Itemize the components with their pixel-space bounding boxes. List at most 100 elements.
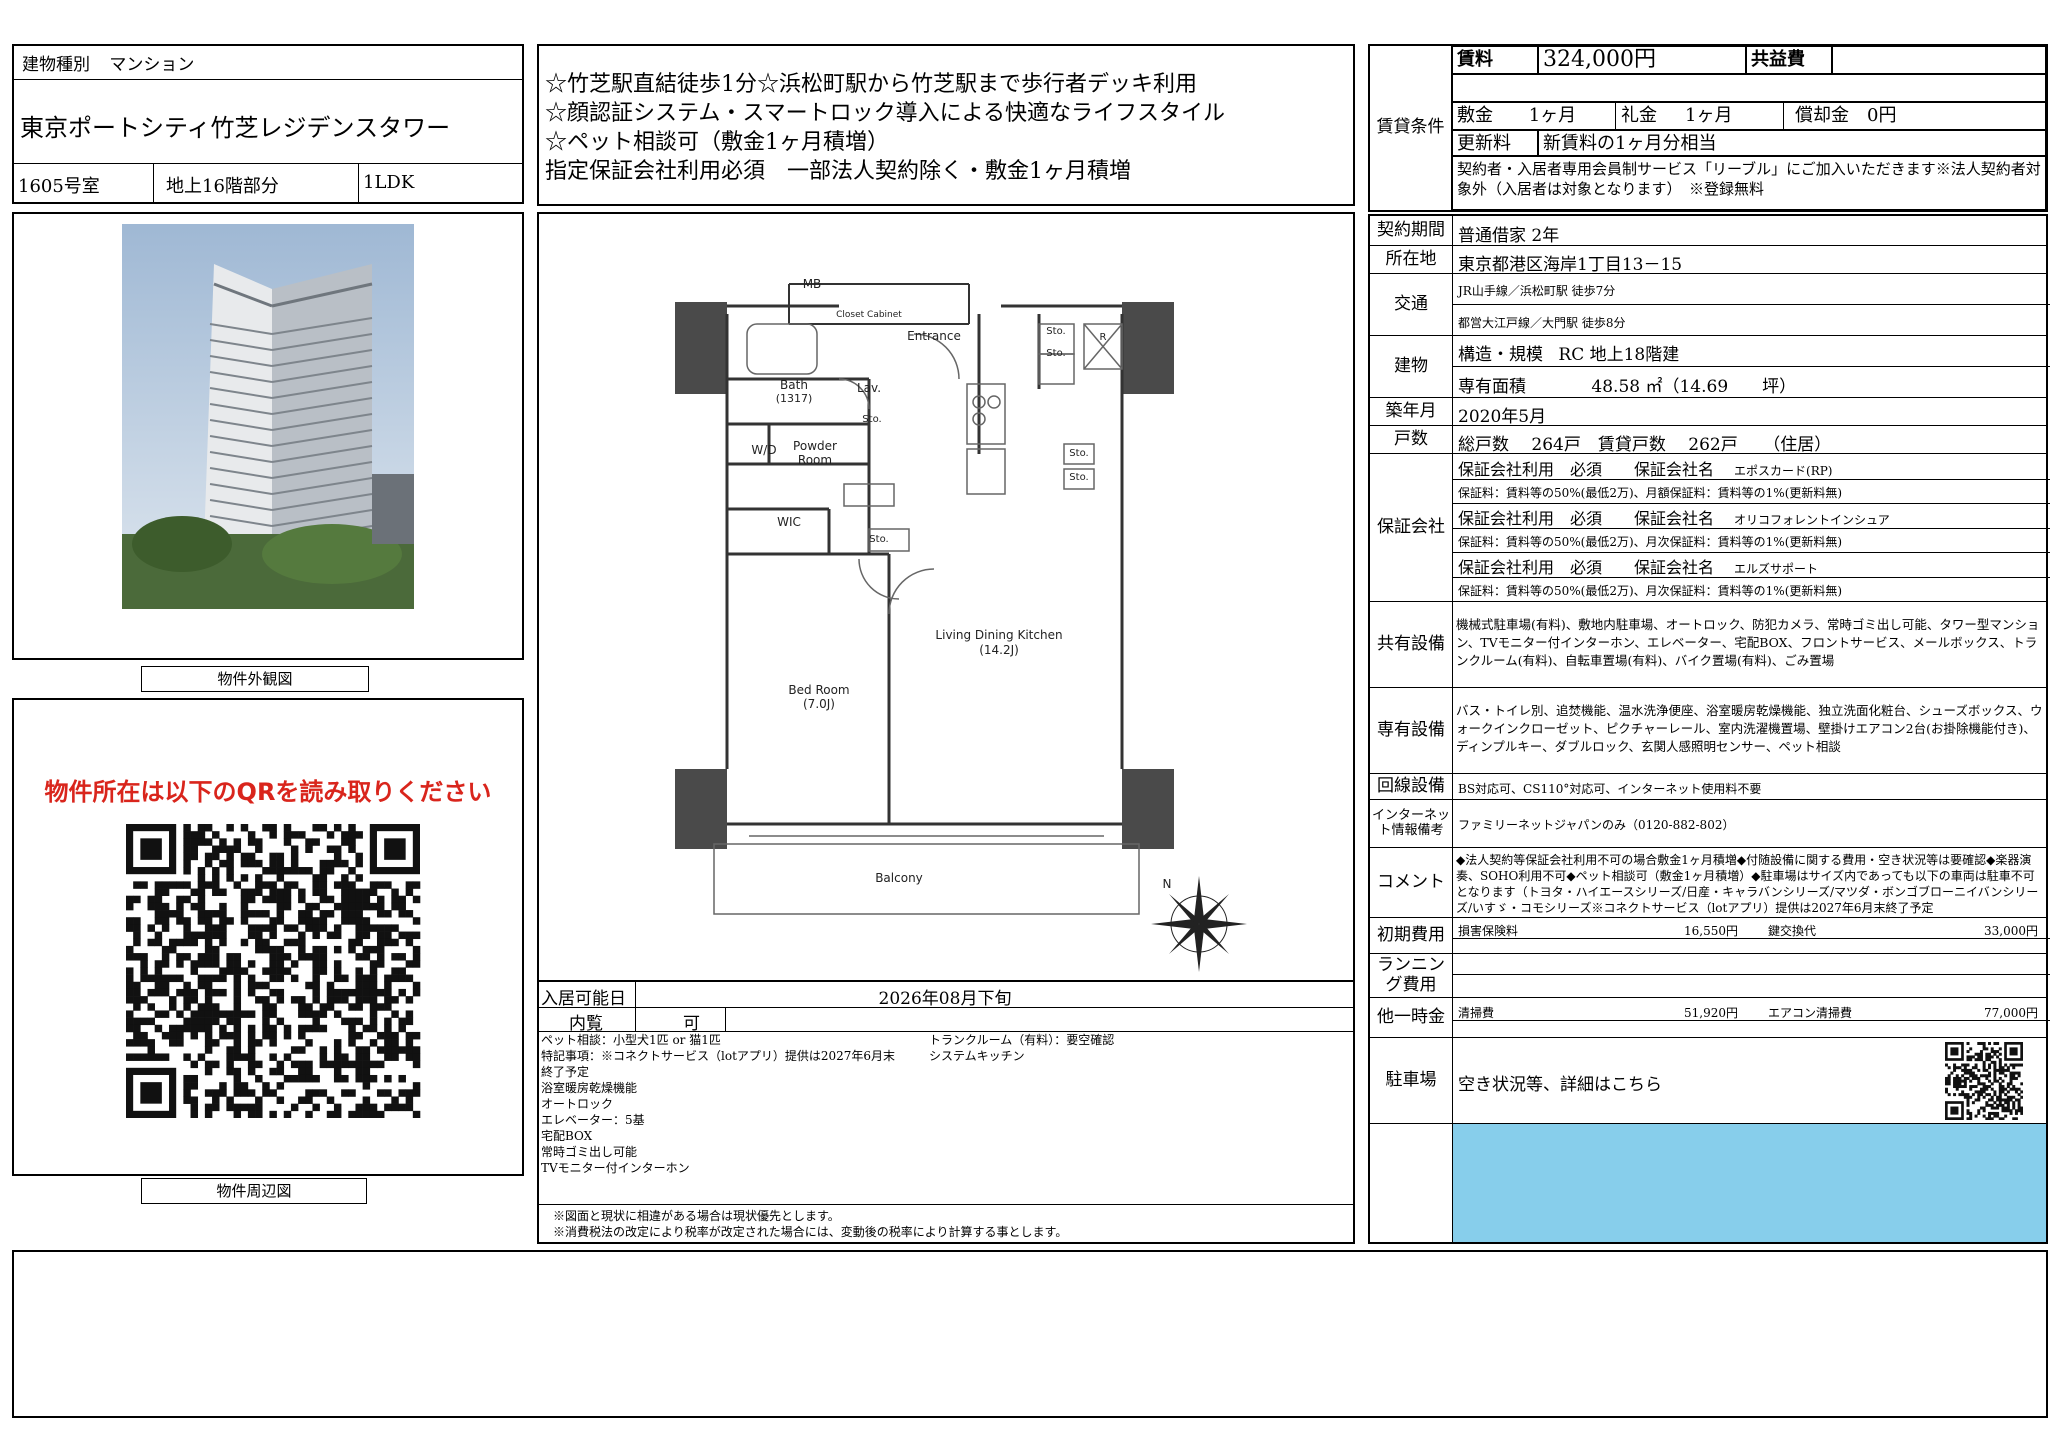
viewing-label: 内覧 (569, 1014, 603, 1034)
movein-notes-box: 入居可能日 2026年08月下旬 内覧 可 ペット相談：小型犬1匹 or 猫1匹… (537, 982, 1355, 1244)
comment-label: コメント (1377, 872, 1445, 893)
qr-notice: 物件所在は以下のQRを読み取りください (44, 778, 492, 806)
floor: 地上16階部分 (154, 164, 359, 202)
blue-banner (1453, 1124, 2046, 1242)
built-value: 2020年5月 (1458, 407, 1547, 427)
note-line: 特記事項：※コネクトサービス（lotアプリ）提供は2027年6月末 (541, 1049, 896, 1063)
units-value: 総戸数 264戸 賃貸戸数 262戸 （住居） (1458, 435, 1832, 455)
contract-label: 契約期間 (1377, 220, 1445, 241)
structure-value: RC 地上18階建 (1558, 345, 1680, 365)
building-type: マンション (109, 55, 195, 75)
parking-link[interactable]: 空き状況等、詳細はこちら (1458, 1070, 1662, 1095)
building-type-label: 建物種別 (22, 55, 90, 75)
renewal-label: 更新料 (1452, 130, 1538, 156)
shared-label: 共有設備 (1377, 634, 1445, 655)
highlight-line: ☆竹芝駅直結徒歩1分☆浜松町駅から竹芝駅まで歩行者デッキ利用 (545, 72, 1197, 97)
guarantor-head: 保証会社利用 必須 保証会社名 (1458, 509, 1715, 528)
building-photo (122, 224, 414, 609)
initial-cost-label: 初期費用 (1377, 925, 1445, 946)
shared-value: 機械式駐車場(有料)、敷地内駐車場、オートロック、防犯カメラ、常時ゴミ出し可能、… (1456, 617, 2040, 669)
fp-bed-size: (7.0J) (803, 697, 835, 711)
fp-sto3: Sto. (862, 414, 881, 425)
guarantor-head: 保証会社利用 必須 保証会社名 (1458, 558, 1715, 577)
fp-powder: Powder (793, 439, 837, 453)
address-value: 東京都港区海岸1丁目13－15 (1458, 255, 1683, 275)
disclaimer-line: ※図面と現状に相違がある場合は現状優先とします。 (553, 1209, 840, 1223)
movein-label: 入居可能日 (541, 989, 626, 1009)
line-value: BS対応可、CS110°対応可、インターネット使用料不要 (1458, 782, 1762, 796)
onetime-item-name: エアコン清掃費 (1768, 1006, 1853, 1020)
fp-ldk-size: (14.2J) (979, 643, 1019, 657)
fp-ldk: Living Dining Kitchen (935, 628, 1062, 642)
note-line: 常時ゴミ出し可能 (541, 1145, 638, 1159)
fp-balcony: Balcony (875, 871, 923, 885)
guarantor-fee: 保証料：賃料等の50%(最低2万)、月額保証料：賃料等の1%(更新料無) (1458, 486, 1843, 500)
disclaimer-line: ※消費税法の改定により税率が改定された場合には、変動後の税率により計算する事とし… (553, 1225, 1068, 1239)
built-label: 築年月 (1385, 401, 1437, 422)
note-line: 終了予定 (541, 1065, 590, 1079)
running-cost-label: ランニング費用 (1377, 955, 1445, 995)
deposit-value: 1ヶ月 (1528, 105, 1577, 126)
initial-item-value: 16,550円 (1684, 924, 1738, 938)
guarantor-name: エルズサポート (1734, 562, 1819, 576)
transit-label: 交通 (1394, 294, 1428, 315)
onetime-item-value: 51,920円 (1684, 1006, 1738, 1020)
fp-bed: Bed Room (788, 683, 849, 697)
transit-line-1: JR山手線／浜松町駅 徒歩7分 (1458, 284, 1616, 298)
rent-value: 324,000円 (1538, 46, 1746, 74)
fp-lav: Lav. (857, 381, 881, 395)
private-label: 専有設備 (1377, 720, 1445, 741)
initial-item-value: 33,000円 (1984, 924, 2038, 938)
structure-label: 構造・規模 (1458, 345, 1543, 365)
viewing-value: 可 (683, 1014, 700, 1034)
deposit-label: 敷金 (1457, 105, 1493, 126)
location-qr-code[interactable] (126, 824, 436, 1118)
fp-entrance: Entrance (907, 329, 961, 343)
surroundings-caption: 物件周辺図 (141, 1178, 367, 1204)
common-fee-label: 共益費 (1746, 46, 1832, 74)
fp-wic: WIC (777, 515, 801, 529)
parking-qr-code[interactable] (1945, 1042, 2023, 1120)
renewal-value: 新賃料の1ヶ月分相当 (1538, 130, 2046, 156)
guarantor-fee: 保証料：賃料等の50%(最低2万)、月次保証料：賃料等の1%(更新料無) (1458, 535, 1843, 549)
rent-section-label: 賃貸条件 (1370, 46, 1452, 210)
deposit-row: 敷金 1ヶ月 礼金 1ヶ月 償却金 0円 (1452, 102, 2046, 130)
fp-closet: Closet Cabinet (836, 310, 902, 320)
movein-date: 2026年08月下旬 (878, 989, 1012, 1009)
exterior-photo-box (12, 212, 524, 660)
building-info-box: 建物種別 マンション 東京ポートシティ竹芝レジデンスタワー 1605号室 地上1… (12, 44, 524, 204)
fp-north: N (1163, 877, 1172, 891)
private-value: バス・トイレ別、追焚機能、温水洗浄便座、浴室暖房乾燥機能、独立洗面化粧台、シュー… (1456, 703, 2043, 755)
amortization-value: 0円 (1867, 105, 1897, 126)
highlight-line: 指定保証会社利用必須 一部法人契約除く・敷金1ヶ月積増 (545, 159, 1131, 184)
initial-cost-items: 損害保険料 16,550円 鍵交換代 33,000円 (1458, 922, 2043, 939)
note-line: 浴室暖房乾燥機能 (541, 1081, 638, 1095)
key-money-value: 1ヶ月 (1685, 105, 1733, 126)
fp-r: R (1100, 332, 1107, 343)
building-label: 建物 (1394, 356, 1428, 377)
area-value: 48.58 ㎡（14.69 坪） (1591, 377, 1797, 397)
rent-note: 契約者・入居者専用会員制サービス「リーブル」にご加入いただきます※法人契約者対象… (1452, 156, 2046, 210)
highlight-line: ☆ペット相談可（敷金1ヶ月積増） (545, 130, 889, 155)
guarantor-label: 保証会社 (1377, 517, 1445, 538)
fp-wd: W/D (751, 443, 776, 457)
note-line: トランクルーム（有料）：要空確認 (929, 1033, 1115, 1047)
amortization-label: 償却金 (1795, 105, 1849, 126)
line-label: 回線設備 (1377, 776, 1445, 797)
note-line: 宅配BOX (541, 1129, 593, 1143)
details-table: 契約期間 普通借家 2年 所在地 東京都港区海岸1丁目13－15 交通 JR山手… (1368, 214, 2050, 1244)
onetime-label: 他一時金 (1377, 1007, 1445, 1028)
onetime-items: 清掃費 51,920円 エアコン清掃費 77,000円 (1458, 1004, 2043, 1021)
bottom-box (12, 1250, 2048, 1418)
onetime-item-value: 77,000円 (1984, 1006, 2038, 1020)
fp-sto2: Sto. (1046, 348, 1065, 359)
area-label: 専有面積 (1458, 377, 1526, 397)
transit-line-2: 都営大江戸線／大門駅 徒歩8分 (1458, 316, 1626, 330)
note-line: エレベーター：5基 (541, 1113, 645, 1127)
layout: 1LDK (363, 172, 415, 193)
room-number: 1605号室 (14, 164, 154, 202)
rent-label: 賃料 (1452, 46, 1538, 74)
parking-label: 駐車場 (1385, 1070, 1437, 1091)
guarantor-name: オリコフォレントインシュア (1734, 513, 1890, 527)
initial-item-name: 鍵交換代 (1768, 924, 1817, 938)
